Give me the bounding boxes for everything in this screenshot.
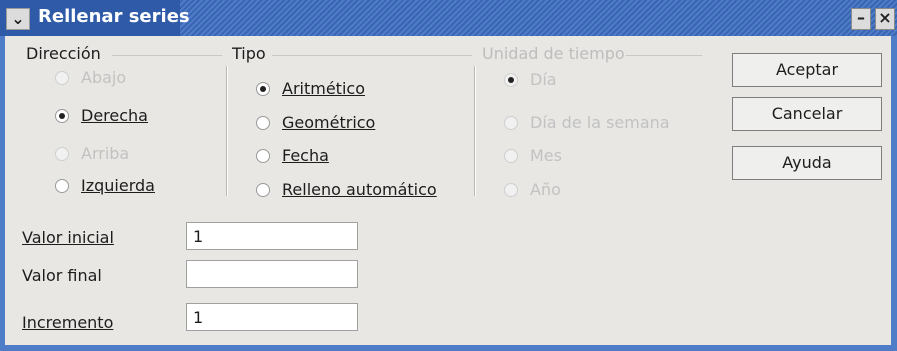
radio-label: Abajo bbox=[81, 68, 127, 87]
radio-label: Relleno automático bbox=[282, 180, 437, 199]
end-value-input[interactable] bbox=[186, 260, 358, 288]
direction-option-down[interactable]: Abajo bbox=[55, 68, 126, 87]
radio-icon bbox=[55, 146, 69, 161]
type-option-geometric[interactable]: Geométrico bbox=[256, 113, 375, 132]
radio-icon bbox=[504, 182, 518, 197]
help-button[interactable]: Ayuda bbox=[732, 146, 882, 180]
unit-option-day[interactable]: Día bbox=[504, 70, 557, 89]
cancel-button[interactable]: Cancelar bbox=[732, 97, 882, 131]
increment-input[interactable]: 1 bbox=[186, 303, 358, 331]
direction-option-left[interactable]: Izquierda bbox=[55, 176, 155, 195]
radio-selected-icon bbox=[256, 81, 270, 96]
start-value-label: Valor inicial bbox=[22, 228, 114, 247]
time-unit-group-separator bbox=[626, 55, 702, 56]
radio-icon bbox=[504, 148, 518, 163]
time-unit-group-label: Unidad de tiempo bbox=[482, 44, 625, 63]
radio-label: Geométrico bbox=[282, 113, 376, 132]
type-option-autofill[interactable]: Relleno automático bbox=[256, 180, 437, 199]
radio-label: Derecha bbox=[81, 106, 148, 125]
radio-icon bbox=[504, 115, 518, 130]
radio-label: Mes bbox=[530, 146, 562, 165]
end-value-label-text: Valor final bbox=[22, 266, 102, 285]
radio-icon bbox=[256, 148, 270, 163]
radio-icon bbox=[55, 70, 69, 85]
type-group-separator bbox=[272, 55, 472, 56]
radio-label: Aritmético bbox=[282, 79, 365, 98]
ok-button[interactable]: Aceptar bbox=[732, 53, 882, 87]
end-value-label: Valor final bbox=[22, 266, 102, 285]
type-option-arithmetic[interactable]: Aritmético bbox=[256, 79, 365, 98]
radio-label: Fecha bbox=[282, 146, 329, 165]
radio-icon bbox=[55, 178, 69, 193]
radio-label: Izquierda bbox=[81, 176, 155, 195]
start-value-input[interactable]: 1 bbox=[186, 222, 358, 250]
window-menu-icon[interactable]: ⌄ bbox=[6, 8, 30, 30]
unit-option-year[interactable]: Año bbox=[504, 180, 561, 199]
window-controls: – × bbox=[851, 8, 895, 30]
fill-series-dialog: ⌄ Rellenar series – × Dirección Abajo De… bbox=[0, 0, 897, 351]
window-title: Rellenar series bbox=[38, 6, 190, 27]
type-group-label: Tipo bbox=[232, 44, 266, 63]
type-option-date[interactable]: Fecha bbox=[256, 146, 329, 165]
minimize-icon[interactable]: – bbox=[851, 8, 871, 30]
vertical-separator bbox=[474, 66, 476, 196]
radio-label: Año bbox=[530, 180, 561, 199]
unit-option-weekday[interactable]: Día de la semana bbox=[504, 113, 670, 132]
radio-label: Arriba bbox=[81, 144, 130, 163]
radio-label: Día bbox=[530, 70, 557, 89]
radio-label: Día de la semana bbox=[530, 113, 670, 132]
increment-label: Incremento bbox=[22, 313, 114, 332]
radio-icon bbox=[256, 115, 270, 130]
radio-selected-icon bbox=[55, 108, 69, 123]
radio-selected-icon bbox=[504, 72, 518, 87]
window-border-right bbox=[891, 36, 897, 351]
close-icon[interactable]: × bbox=[875, 8, 895, 30]
unit-option-month[interactable]: Mes bbox=[504, 146, 562, 165]
window-border-bottom bbox=[0, 345, 897, 351]
direction-option-up[interactable]: Arriba bbox=[55, 144, 129, 163]
radio-icon bbox=[256, 182, 270, 197]
direction-group-separator bbox=[112, 55, 222, 56]
vertical-separator bbox=[226, 66, 228, 196]
window-border-left bbox=[0, 36, 5, 351]
direction-group-label: Dirección bbox=[26, 44, 101, 63]
direction-option-right[interactable]: Derecha bbox=[55, 106, 148, 125]
title-bar[interactable]: ⌄ Rellenar series – × bbox=[0, 0, 897, 36]
